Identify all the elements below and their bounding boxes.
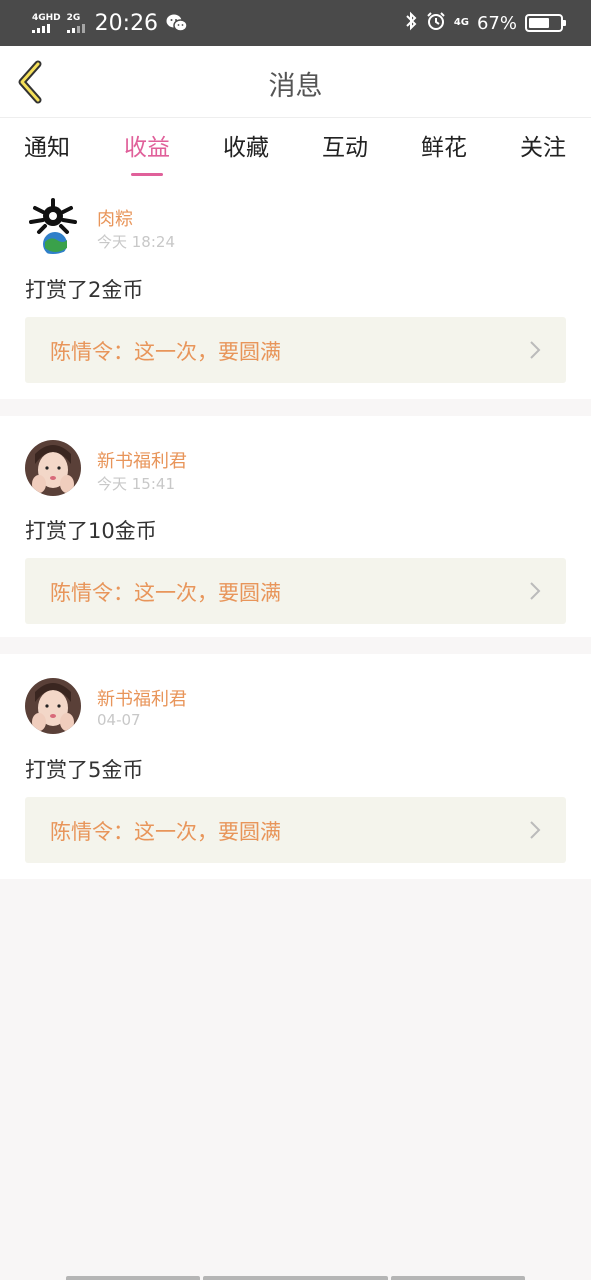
list-item: 新书福利君 今天 15:41 打赏了10金币 陈情令：这一次，要圆满 [0,416,591,637]
system-nav-bar [0,1274,591,1280]
battery-icon [525,14,566,32]
tab-favorites[interactable]: 收藏 [201,128,291,162]
avatar[interactable] [25,678,81,734]
network-4g-icon: 4G [453,17,469,28]
header: 消息 [0,46,591,118]
sim2-label: 2G [66,13,81,23]
tab-label: 收藏 [223,135,269,161]
nav-gesture-right[interactable] [391,1276,525,1280]
wechat-icon [166,13,188,33]
tab-label: 互动 [322,135,368,161]
tab-label: 鲜花 [421,135,467,161]
tab-interactions[interactable]: 互动 [300,128,390,162]
book-title: 陈情令：这一次，要圆满 [50,820,281,844]
reward-text: 打赏了2金币 [25,278,144,302]
battery-percent: 67% [476,12,517,34]
tab-bar: 通知 收益 收藏 互动 鲜花 关注 [0,118,591,178]
tab-label: 通知 [24,135,70,161]
alarm-icon [426,11,446,36]
tab-label: 关注 [520,135,566,161]
book-title: 陈情令：这一次，要圆满 [50,581,281,605]
status-bar: 4GHD 2G 20:26 4G 67% [0,0,591,46]
nav-gesture-left[interactable] [66,1276,200,1280]
planet-avatar-icon [25,198,81,254]
girl-avatar-icon [25,440,81,496]
page-title: 消息 [268,71,323,102]
tab-notifications[interactable]: 通知 [2,128,92,162]
book-title: 陈情令：这一次，要圆满 [50,340,281,364]
active-tab-indicator [131,173,163,176]
signal-sim1-icon: 4GHD [32,13,61,33]
timestamp: 今天 18:24 [97,233,175,251]
tab-label: 收益 [124,135,170,161]
book-link[interactable]: 陈情令：这一次，要圆满 [25,558,566,624]
username[interactable]: 新书福利君 [97,447,187,473]
girl-avatar-icon [25,678,81,734]
tab-flowers[interactable]: 鲜花 [399,128,489,162]
bluetooth-icon [404,11,418,36]
list-item: 新书福利君 04-07 打赏了5金币 陈情令：这一次，要圆满 [0,654,591,879]
tab-earnings[interactable]: 收益 [102,128,192,176]
tab-follows[interactable]: 关注 [498,128,588,162]
username[interactable]: 肉粽 [97,205,133,231]
timestamp: 04-07 [97,711,141,729]
chevron-right-icon [530,582,541,600]
signal-sim2-icon: 2G [66,13,85,33]
clock: 20:26 [94,10,159,36]
avatar[interactable] [25,198,81,254]
nav-gesture-home[interactable] [203,1276,388,1280]
chevron-right-icon [530,341,541,359]
sim1-label: 4GHD [32,13,61,23]
reward-text: 打赏了10金币 [25,519,157,543]
avatar[interactable] [25,440,81,496]
reward-text: 打赏了5金币 [25,758,144,782]
book-link[interactable]: 陈情令：这一次，要圆满 [25,797,566,863]
username[interactable]: 新书福利君 [97,685,187,711]
message-list: 肉粽 今天 18:24 打赏了2金币 陈情令：这一次，要圆满 新书福利君 今天 … [0,178,591,896]
book-link[interactable]: 陈情令：这一次，要圆满 [25,317,566,383]
timestamp: 今天 15:41 [97,475,175,493]
list-item: 肉粽 今天 18:24 打赏了2金币 陈情令：这一次，要圆满 [0,178,591,399]
chevron-right-icon [530,821,541,839]
